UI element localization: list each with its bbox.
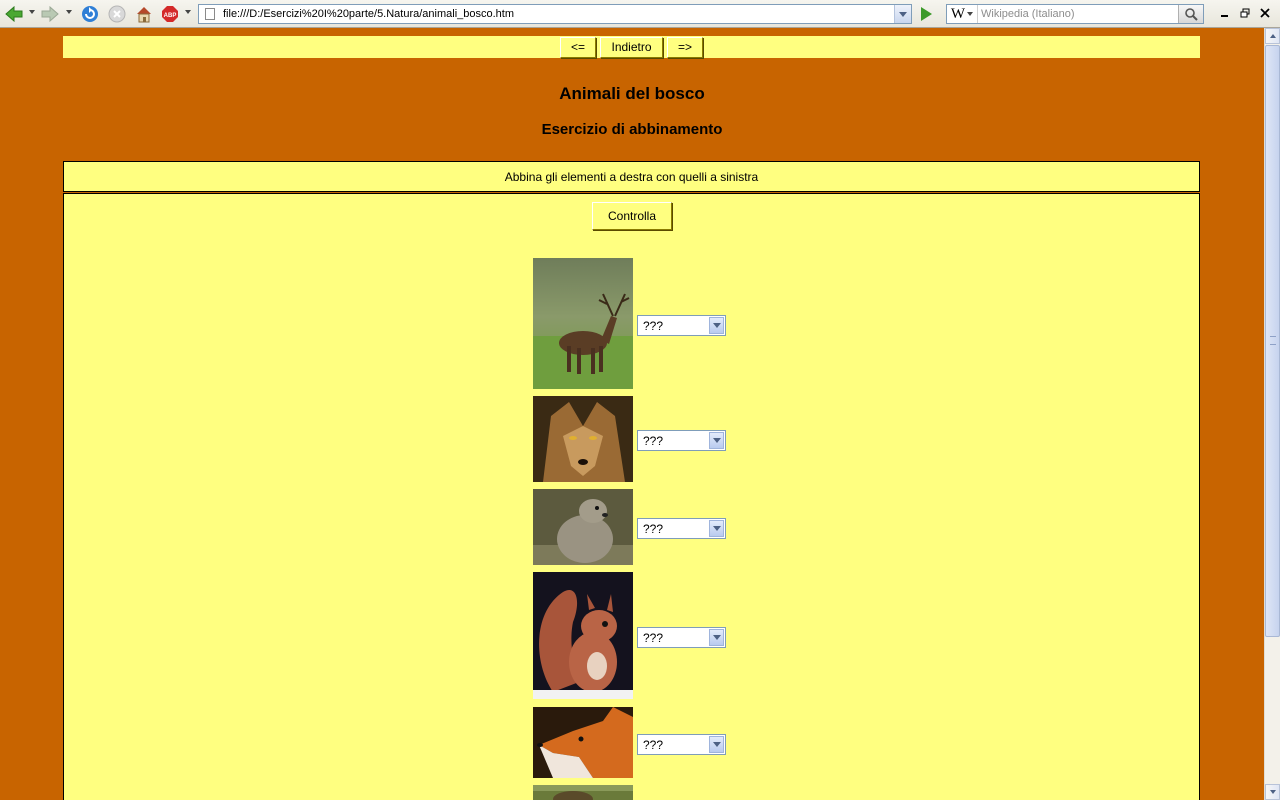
back-history-dropdown[interactable] [29, 10, 35, 14]
scroll-down-icon[interactable] [1265, 784, 1280, 800]
fox-answer-select[interactable]: ??? [637, 734, 726, 755]
squirrel-answer-select[interactable]: ??? [637, 627, 726, 648]
instructions-text: Abbina gli elementi a destra con quelli … [504, 169, 759, 184]
fox-answer-value: ??? [643, 737, 664, 752]
back-button[interactable]: Indietro [600, 36, 663, 58]
minimize-icon[interactable] [1218, 6, 1232, 20]
chevron-down-icon[interactable] [709, 629, 724, 646]
squirrel-answer-value: ??? [643, 630, 664, 645]
page-subtitle: Esercizio di abbinamento [541, 121, 723, 138]
search-bar[interactable]: W [946, 4, 1204, 24]
browser-toolbar: ABP file:///D:/Esercizi%20I%20parte/5.Na… [0, 0, 1280, 28]
search-input[interactable] [978, 6, 1174, 22]
scroll-up-icon[interactable] [1265, 28, 1280, 44]
address-dropdown-icon[interactable] [894, 5, 911, 23]
adblock-icon[interactable]: ABP [160, 4, 180, 24]
vertical-scrollbar[interactable] [1264, 28, 1280, 800]
deer-answer-value: ??? [643, 318, 664, 333]
address-text[interactable]: file:///D:/Esercizi%20I%20parte/5.Natura… [223, 8, 514, 20]
squirrel-image [533, 572, 633, 699]
wolf-answer-select[interactable]: ??? [637, 430, 726, 451]
deer-image [533, 258, 633, 389]
go-arrow-icon[interactable] [917, 5, 935, 23]
chevron-down-icon[interactable] [709, 736, 724, 753]
scroll-thumb[interactable] [1265, 45, 1280, 637]
page-content: <= Indietro => Animali del bosco Eserciz… [0, 28, 1264, 800]
page-icon [205, 8, 215, 20]
back-arrow-icon[interactable] [4, 4, 24, 24]
restore-icon[interactable] [1238, 6, 1252, 20]
address-bar[interactable]: file:///D:/Esercizi%20I%20parte/5.Natura… [198, 4, 912, 24]
window-controls [1218, 6, 1272, 20]
marmot-answer-select[interactable]: ??? [637, 518, 726, 539]
stop-icon[interactable] [107, 4, 127, 24]
search-engine-selector[interactable]: W [947, 5, 978, 23]
marmot-image [533, 489, 633, 565]
chevron-down-icon[interactable] [709, 432, 724, 449]
prev-button[interactable]: <= [560, 36, 596, 58]
next-button[interactable]: => [667, 36, 703, 58]
adblock-label: ABP [164, 13, 177, 19]
forward-arrow-icon[interactable] [40, 4, 60, 24]
chevron-down-icon[interactable] [709, 520, 724, 537]
fox-image [533, 707, 633, 778]
chevron-down-icon[interactable] [709, 317, 724, 334]
deer-answer-select[interactable]: ??? [637, 315, 726, 336]
reload-icon[interactable] [80, 4, 100, 24]
nav-bar: <= Indietro => [63, 36, 1200, 58]
marmot-answer-value: ??? [643, 521, 664, 536]
instructions-box: Abbina gli elementi a destra con quelli … [63, 161, 1200, 192]
close-icon[interactable] [1258, 6, 1272, 20]
adblock-dropdown[interactable] [185, 10, 191, 14]
next-animal-image [533, 785, 633, 800]
home-icon[interactable] [134, 4, 154, 24]
wolf-image [533, 396, 633, 482]
wikipedia-icon: W [950, 5, 966, 22]
exercise-panel: Controlla ??? ??? ??? ??? ??? [63, 193, 1200, 800]
page-title: Animali del bosco [559, 84, 705, 103]
search-icon[interactable] [1178, 5, 1203, 23]
forward-history-dropdown[interactable] [66, 10, 72, 14]
wolf-answer-value: ??? [643, 433, 664, 448]
check-button[interactable]: Controlla [592, 202, 672, 230]
